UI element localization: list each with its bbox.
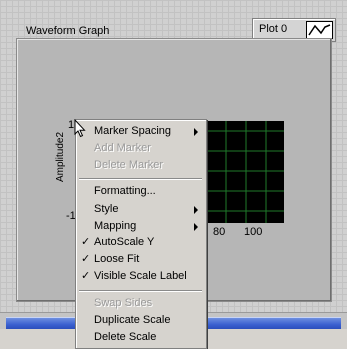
- menu-item-label: Formatting...: [94, 185, 156, 197]
- check-icon: ✓: [81, 253, 91, 265]
- menu-item-label: Add Marker: [94, 142, 151, 154]
- y-axis-label[interactable]: Amplitude2: [55, 132, 69, 182]
- submenu-arrow-icon: [194, 128, 198, 136]
- menu-item-add-marker[interactable]: Add Marker: [76, 140, 206, 157]
- menu-item-label: Delete Scale: [94, 331, 157, 343]
- graph-title: Waveform Graph: [26, 25, 110, 37]
- x-tick-label-80: 80: [213, 226, 226, 238]
- menu-item-label: Delete Marker: [94, 159, 164, 171]
- menu-item-label: Visible Scale Label: [94, 270, 187, 282]
- menu-item-label: Duplicate Scale: [94, 314, 171, 326]
- plot-line-style-icon[interactable]: [306, 21, 333, 39]
- mouse-pointer-icon: [74, 118, 86, 141]
- menu-item-formatting[interactable]: Formatting...: [76, 183, 206, 200]
- scale-context-menu: Marker Spacing Add Marker Delete Marker …: [75, 119, 207, 349]
- menu-item-autoscale-y[interactable]: ✓ AutoScale Y: [76, 234, 206, 251]
- menu-item-label: Mapping: [94, 220, 137, 232]
- menu-item-label: Loose Fit: [94, 253, 140, 265]
- menu-item-marker-spacing[interactable]: Marker Spacing: [76, 123, 206, 140]
- menu-item-label: Swap Sides: [94, 297, 153, 309]
- menu-item-swap-sides[interactable]: Swap Sides: [76, 295, 206, 312]
- menu-item-loose-fit[interactable]: ✓ Loose Fit: [76, 251, 206, 268]
- x-tick-label-100: 100: [244, 226, 263, 238]
- submenu-arrow-icon: [194, 223, 198, 231]
- menu-item-duplicate-scale[interactable]: Duplicate Scale: [76, 312, 206, 329]
- menu-separator: [79, 290, 202, 292]
- menu-item-delete-scale[interactable]: Delete Scale: [76, 329, 206, 346]
- menu-separator: [79, 178, 202, 180]
- menu-item-style[interactable]: Style: [76, 201, 206, 218]
- check-icon: ✓: [81, 270, 91, 282]
- menu-item-label: AutoScale Y: [94, 236, 155, 248]
- submenu-arrow-icon: [194, 206, 198, 214]
- menu-item-label: Style: [94, 203, 119, 215]
- menu-item-mapping[interactable]: Mapping: [76, 218, 206, 235]
- legend-plot-label: Plot 0: [259, 23, 288, 35]
- plot-area[interactable]: [200, 121, 284, 223]
- menu-item-delete-marker[interactable]: Delete Marker: [76, 157, 206, 174]
- menu-item-visible-scale-label[interactable]: ✓ Visible Scale Label: [76, 268, 206, 285]
- check-icon: ✓: [81, 236, 91, 248]
- menu-item-label: Marker Spacing: [94, 125, 172, 137]
